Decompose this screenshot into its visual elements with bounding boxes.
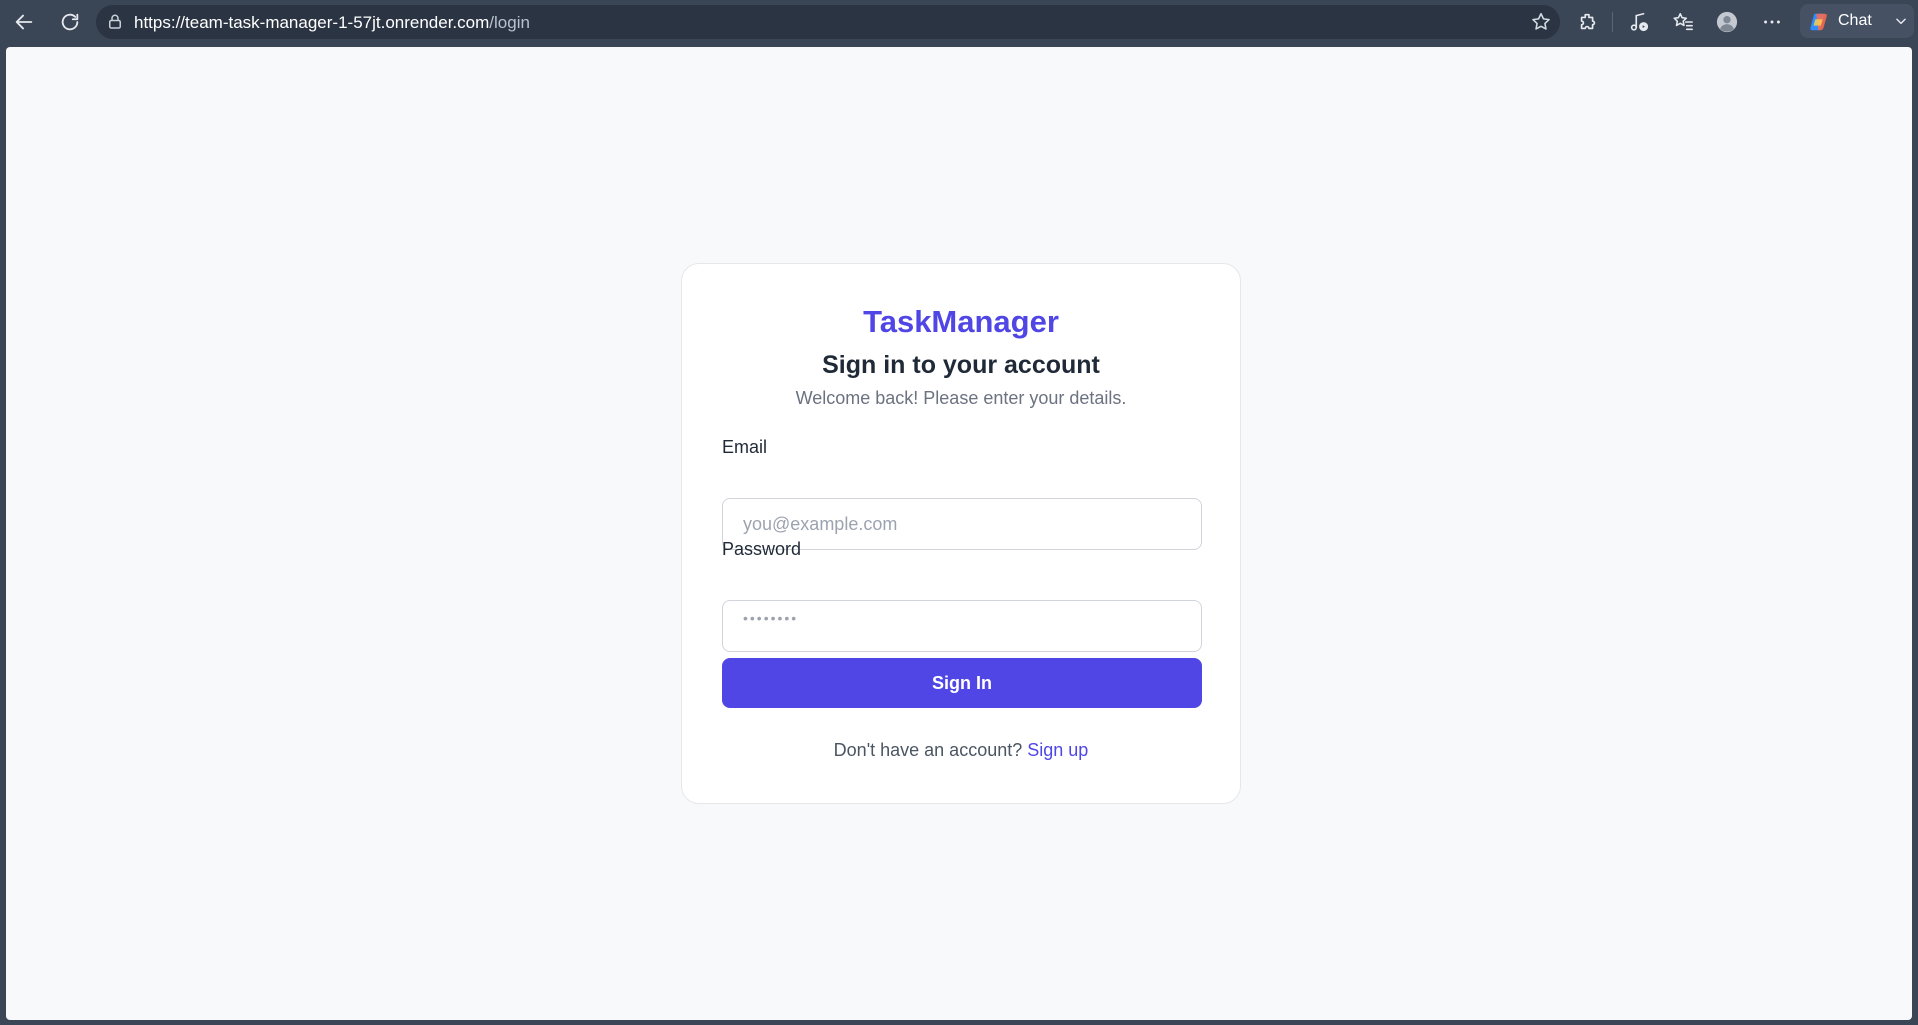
signup-prompt-text: Don't have an account? [833, 740, 1023, 760]
page-viewport: TaskManager Sign in to your account Welc… [6, 47, 1912, 1020]
back-icon [15, 14, 33, 30]
extensions-icon [1580, 13, 1596, 30]
page-title: Sign in to your account [822, 351, 1100, 379]
browser-toolbar: https://team-task-manager-1-57jt.onrende… [0, 0, 1918, 44]
back-button[interactable] [7, 6, 41, 38]
email-label: Email [722, 437, 768, 457]
toolbar-separator [1612, 12, 1613, 32]
copilot-icon [1810, 13, 1827, 31]
profile-icon [1716, 11, 1738, 33]
signup-prompt: Don't have an account? Sign up [682, 740, 1240, 761]
favorite-star-icon[interactable] [1530, 11, 1552, 33]
address-bar[interactable]: https://team-task-manager-1-57jt.onrende… [96, 5, 1560, 39]
media-button[interactable] [1622, 6, 1656, 38]
brand-title: TaskManager [863, 304, 1059, 339]
extensions-button[interactable] [1571, 6, 1605, 38]
url-text[interactable]: https://team-task-manager-1-57jt.onrende… [134, 13, 530, 33]
chevron-down-icon[interactable] [1894, 14, 1908, 28]
more-button[interactable] [1755, 6, 1789, 38]
signup-link[interactable]: Sign up [1027, 740, 1088, 760]
page-subtitle: Welcome back! Please enter your details. [795, 388, 1127, 408]
profile-button[interactable] [1710, 6, 1744, 38]
refresh-icon [61, 13, 79, 31]
password-field[interactable] [722, 600, 1202, 652]
login-card: TaskManager Sign in to your account Welc… [681, 263, 1241, 804]
favorites-icon [1673, 12, 1693, 31]
url-path: /login [489, 13, 530, 32]
refresh-button[interactable] [53, 6, 87, 38]
sign-in-button[interactable]: Sign In [722, 658, 1202, 708]
password-label: Password [722, 539, 802, 559]
favorites-button[interactable] [1666, 6, 1700, 38]
url-host: https://team-task-manager-1-57jt.onrende… [134, 13, 490, 32]
more-icon [1764, 20, 1780, 24]
media-icon [1630, 12, 1649, 32]
site-info-icon[interactable] [106, 13, 124, 31]
copilot-chat-button[interactable]: Chat [1800, 4, 1914, 38]
chat-label: Chat [1838, 12, 1872, 29]
